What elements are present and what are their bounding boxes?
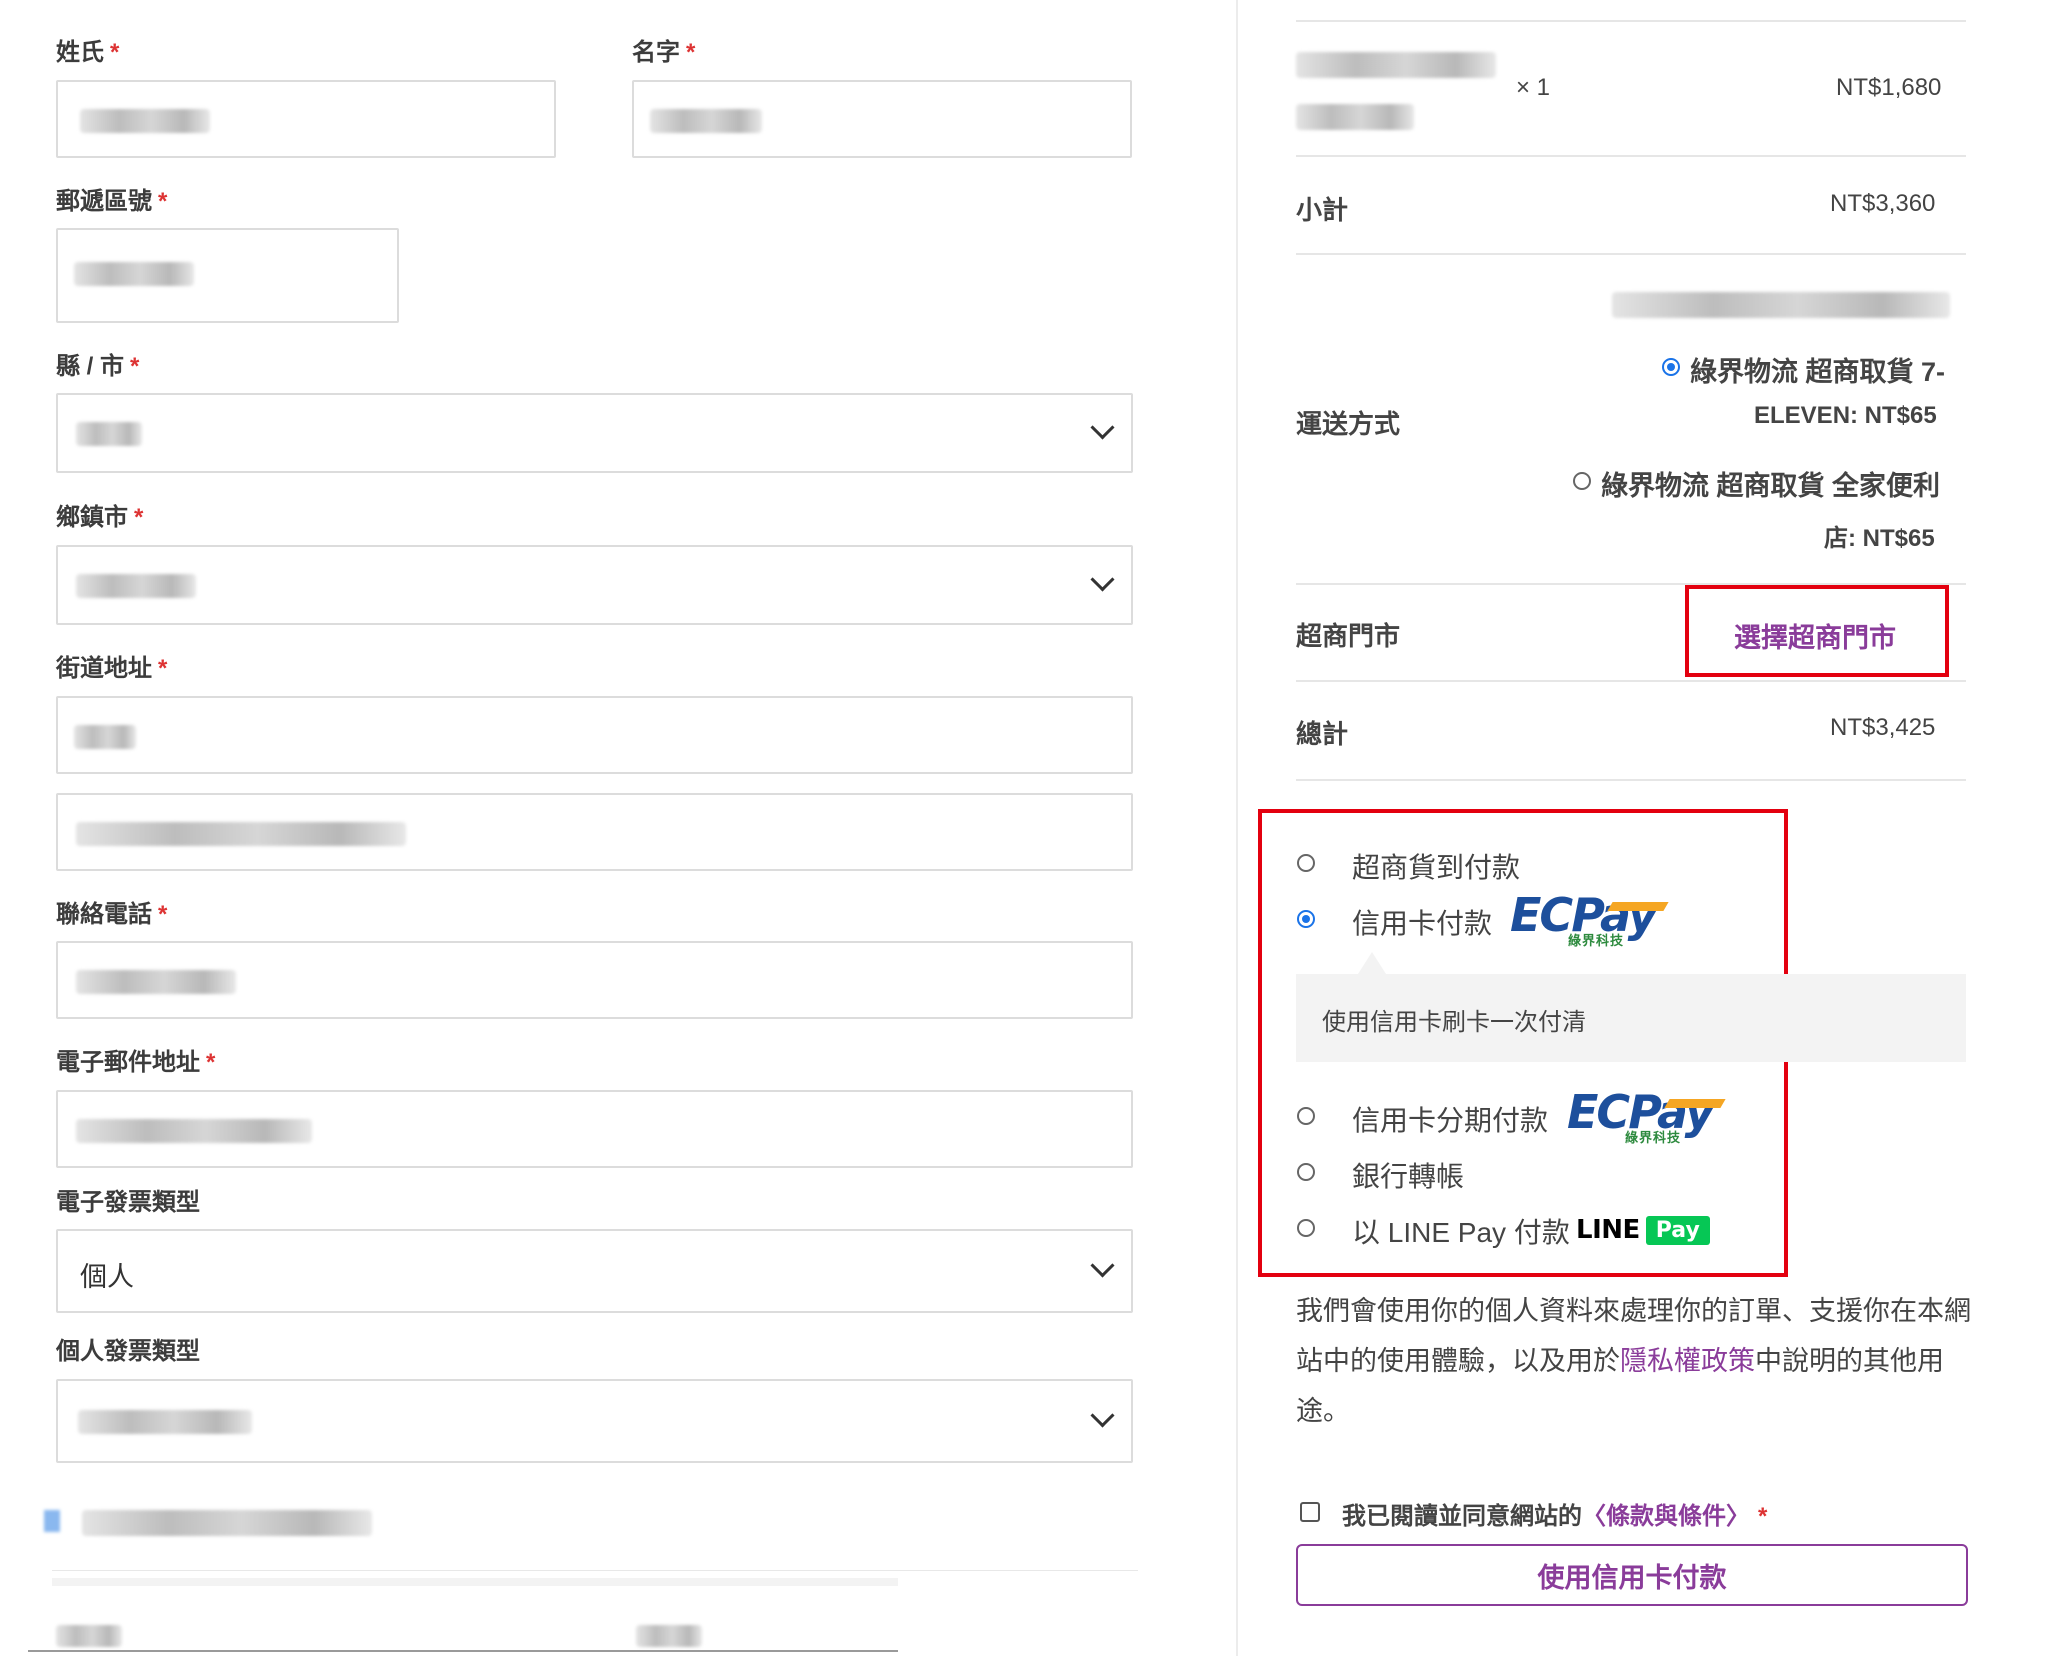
phone-label: 聯絡電話 * xyxy=(56,901,168,928)
subtotal-label: 小計 xyxy=(1296,195,1349,225)
shipping-option-7eleven-line1: 綠界物流 超商取貨 7- xyxy=(1690,357,1946,387)
privacy-policy-link[interactable]: 隱私權政策 xyxy=(1620,1346,1755,1376)
place-order-label: 使用信用卡付款 xyxy=(1537,1562,1727,1593)
ecpay-logo: ECPay 綠界科技 xyxy=(1510,888,1669,949)
shipping-option-7eleven-line2: ELEVEN: NT$65 xyxy=(1754,402,1937,429)
credit-desc-box: 使用信用卡刷卡一次付清 xyxy=(1296,974,1966,1062)
postcode-input[interactable] xyxy=(56,228,399,323)
column-separator xyxy=(1236,0,1238,1656)
last-name-input[interactable] xyxy=(56,80,556,158)
credit-desc-text: 使用信用卡刷卡一次付清 xyxy=(1322,1009,1586,1036)
email-label: 電子郵件地址 * xyxy=(56,1049,216,1076)
payment-linepay-radio[interactable] xyxy=(1297,1219,1315,1237)
payment-credit-radio[interactable] xyxy=(1297,910,1315,928)
total-label: 總計 xyxy=(1296,719,1349,749)
item-qty: × 1 xyxy=(1516,74,1551,101)
first-name-label: 名字 * xyxy=(632,39,696,66)
item-price: NT$1,680 xyxy=(1836,74,1942,101)
street-address-2-input[interactable] xyxy=(56,793,1133,871)
shipping-blurred-text xyxy=(1612,292,1950,318)
blurred-label xyxy=(82,1510,372,1536)
payment-installment-label[interactable]: 信用卡分期付款 xyxy=(1352,1099,1548,1139)
select-store-button[interactable]: 選擇超商門市 xyxy=(1734,616,1896,655)
chevron-down-icon xyxy=(1090,1253,1115,1278)
phone-input[interactable] xyxy=(56,941,1133,1019)
township-select[interactable] xyxy=(56,545,1133,625)
payment-bank-radio[interactable] xyxy=(1297,1163,1315,1181)
payment-cod-label[interactable]: 超商貨到付款 xyxy=(1352,846,1520,886)
shipping-option-family-line1: 綠界物流 超商取貨 全家便利 xyxy=(1601,471,1941,501)
linepay-logo: LINE Pay xyxy=(1576,1212,1710,1248)
privacy-notice: 我們會使用你的個人資料來處理你的訂單、支援你在本網站中的使用體驗，以及用於隱私權… xyxy=(1296,1296,1971,1426)
shipping-option-family-radio[interactable] xyxy=(1573,472,1591,490)
payment-credit-label[interactable]: 信用卡付款 xyxy=(1352,902,1492,942)
email-input[interactable] xyxy=(56,1090,1133,1168)
township-label: 鄉鎮市 * xyxy=(56,504,144,531)
invoice-type-select[interactable]: 個人 xyxy=(56,1229,1133,1313)
product-name-blurred xyxy=(1296,52,1496,78)
chevron-down-icon xyxy=(1090,1403,1115,1428)
invoice-type-value: 個人 xyxy=(80,1262,134,1292)
total-value: NT$3,425 xyxy=(1830,714,1936,741)
terms-checkbox[interactable] xyxy=(1300,1502,1320,1522)
postcode-label: 郵遞區號 * xyxy=(56,188,168,215)
street-address-input[interactable] xyxy=(56,696,1133,774)
ecpay-logo: ECPay 綠界科技 xyxy=(1567,1085,1726,1146)
shipping-option-family-line2: 店: NT$65 xyxy=(1824,525,1935,552)
terms-link[interactable]: 條款與條件 xyxy=(1606,1503,1726,1530)
chevron-down-icon xyxy=(1090,415,1115,440)
payment-bank-label[interactable]: 銀行轉帳 xyxy=(1352,1155,1464,1195)
store-label: 超商門市 xyxy=(1296,621,1401,651)
invoice-type-label: 電子發票類型 xyxy=(56,1189,200,1216)
personal-invoice-select[interactable] xyxy=(56,1379,1133,1463)
shipping-option-7eleven-radio[interactable] xyxy=(1662,358,1680,376)
payment-installment-radio[interactable] xyxy=(1297,1107,1315,1125)
first-name-input[interactable] xyxy=(632,80,1132,158)
county-select[interactable] xyxy=(56,393,1133,473)
subtotal-value: NT$3,360 xyxy=(1830,190,1936,217)
street-label: 街道地址 * xyxy=(56,655,168,682)
terms-label: 我已閱讀並同意網站的〈條款與條件〉 * xyxy=(1342,1503,1768,1530)
desc-arrow xyxy=(1358,952,1386,974)
place-order-button[interactable]: 使用信用卡付款 xyxy=(1296,1544,1968,1606)
payment-linepay-label[interactable]: 以 LINE Pay 付款 xyxy=(1352,1211,1570,1251)
payment-cod-radio[interactable] xyxy=(1297,854,1315,872)
last-name-label: 姓氏 * xyxy=(56,39,120,66)
personal-invoice-label: 個人發票類型 xyxy=(56,1338,200,1365)
county-label: 縣 / 市 * xyxy=(56,353,140,380)
checkbox[interactable] xyxy=(44,1510,60,1532)
shipping-label: 運送方式 xyxy=(1296,409,1401,439)
chevron-down-icon xyxy=(1090,567,1115,592)
